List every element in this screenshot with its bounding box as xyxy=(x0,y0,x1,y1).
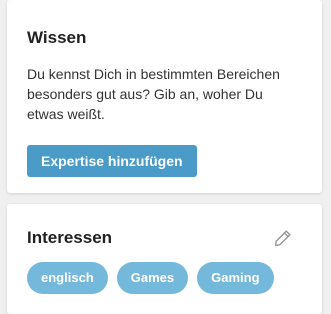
interest-tag-gaming[interactable]: Gaming xyxy=(197,262,274,294)
interest-tag-games[interactable]: Games xyxy=(116,262,189,294)
wissen-title: Wissen xyxy=(27,28,87,47)
interest-tag-englisch[interactable]: englisch xyxy=(27,262,108,294)
interest-tags: englisch Games Gaming xyxy=(27,262,302,294)
interessen-header: Interessen xyxy=(27,226,302,250)
wissen-description: Du kennst Dich in bestimmten Bereichen b… xyxy=(27,66,280,122)
add-expertise-button[interactable]: Expertise hinzufügen xyxy=(27,145,197,177)
interessen-card: Interessen englisch Games Gaming xyxy=(7,204,322,314)
wissen-card: Wissen Du kennst Dich in bestimmten Bere… xyxy=(7,0,322,193)
pencil-icon[interactable] xyxy=(272,227,294,249)
interessen-title: Interessen xyxy=(27,228,113,247)
